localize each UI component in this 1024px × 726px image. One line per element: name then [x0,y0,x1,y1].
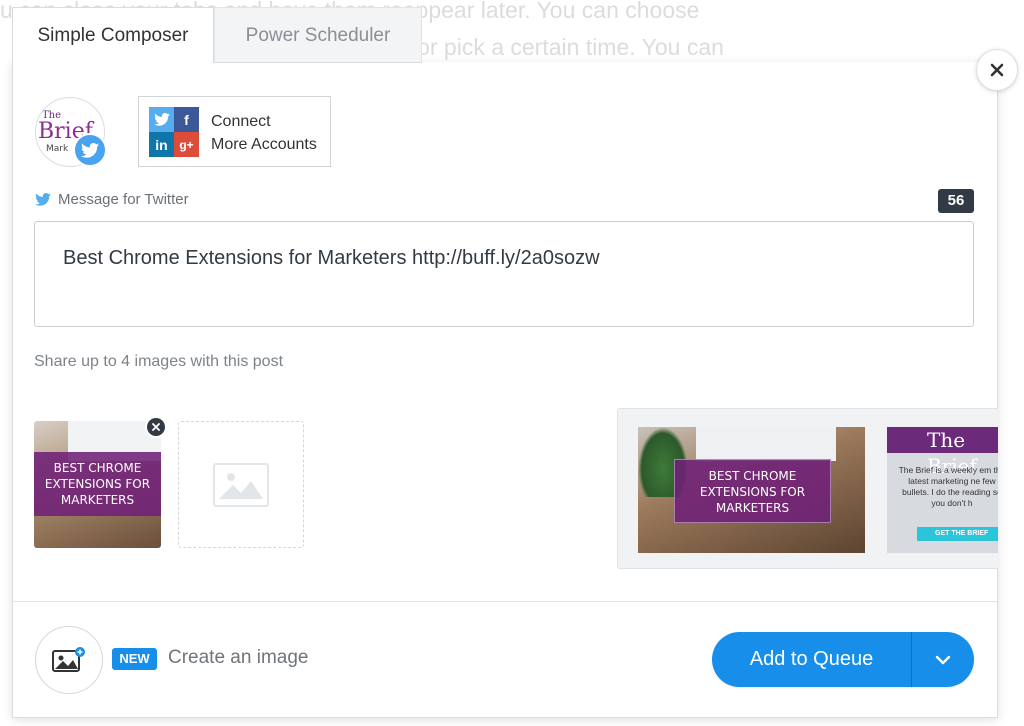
create-image-link[interactable]: Create an image [168,647,308,669]
add-to-queue-button[interactable]: Add to Queue [712,632,911,687]
twitter-badge [73,133,107,167]
message-input[interactable]: Best Chrome Extensions for Marketers htt… [34,221,974,327]
twitter-icon [35,193,51,206]
thumbnail-screen [696,427,836,461]
connect-label: Connect More Accounts [211,113,317,153]
connect-accounts-button[interactable]: f in g+ Connect More Accounts [138,96,331,167]
share-images-label: Share up to 4 images with this post [34,353,284,370]
suggested-image[interactable]: BEST CHROME EXTENSIONS FOR MARKETERS [638,427,865,553]
tab-simple-composer[interactable]: Simple Composer [12,7,214,63]
remove-image-button[interactable] [145,416,167,438]
new-badge: NEW [112,648,157,670]
suggested-image-caption: BEST CHROME EXTENSIONS FOR MARKETERS [674,459,831,523]
twitter-icon [81,142,99,158]
suggested-images-panel: BEST CHROME EXTENSIONS FOR MARKETERS The… [617,408,998,569]
create-image-button[interactable] [35,626,103,694]
suggested-image-heading: The Brief [887,427,998,478]
linkedin-icon: in [149,132,174,157]
close-button[interactable] [976,49,1018,91]
twitter-icon [149,107,174,132]
message-label: Message for Twitter [35,191,189,208]
facebook-icon: f [174,107,199,132]
message-text: Best Chrome Extensions for Marketers htt… [63,247,600,269]
tab-power-scheduler[interactable]: Power Scheduler [214,7,422,63]
suggested-image[interactable]: The Brief The Brief is a weekly em the l… [887,427,998,553]
suggested-image-button-text: GET THE BRIEF [917,527,998,541]
queue-options-dropdown[interactable] [912,632,974,687]
attached-image-caption: BEST CHROME EXTENSIONS FOR MARKETERS [34,452,161,516]
add-image-slot[interactable] [178,421,304,548]
add-image-icon [52,647,85,672]
image-placeholder-icon [213,462,269,507]
composer-tabs: Simple Composer Power Scheduler [12,7,422,63]
character-count-badge: 56 [938,189,974,213]
chevron-down-icon [935,655,951,664]
close-icon [152,423,160,431]
close-icon [990,63,1004,77]
attached-image-thumbnail[interactable]: BEST CHROME EXTENSIONS FOR MARKETERS [34,421,161,548]
add-to-queue-group: Add to Queue [712,632,974,687]
footer-divider [12,601,998,602]
social-networks-grid: f in g+ [149,107,199,157]
google-plus-icon: g+ [174,132,199,157]
svg-text:Mark: Mark [46,144,69,154]
suggested-image-body: The Brief is a weekly em the latest mark… [898,465,998,508]
